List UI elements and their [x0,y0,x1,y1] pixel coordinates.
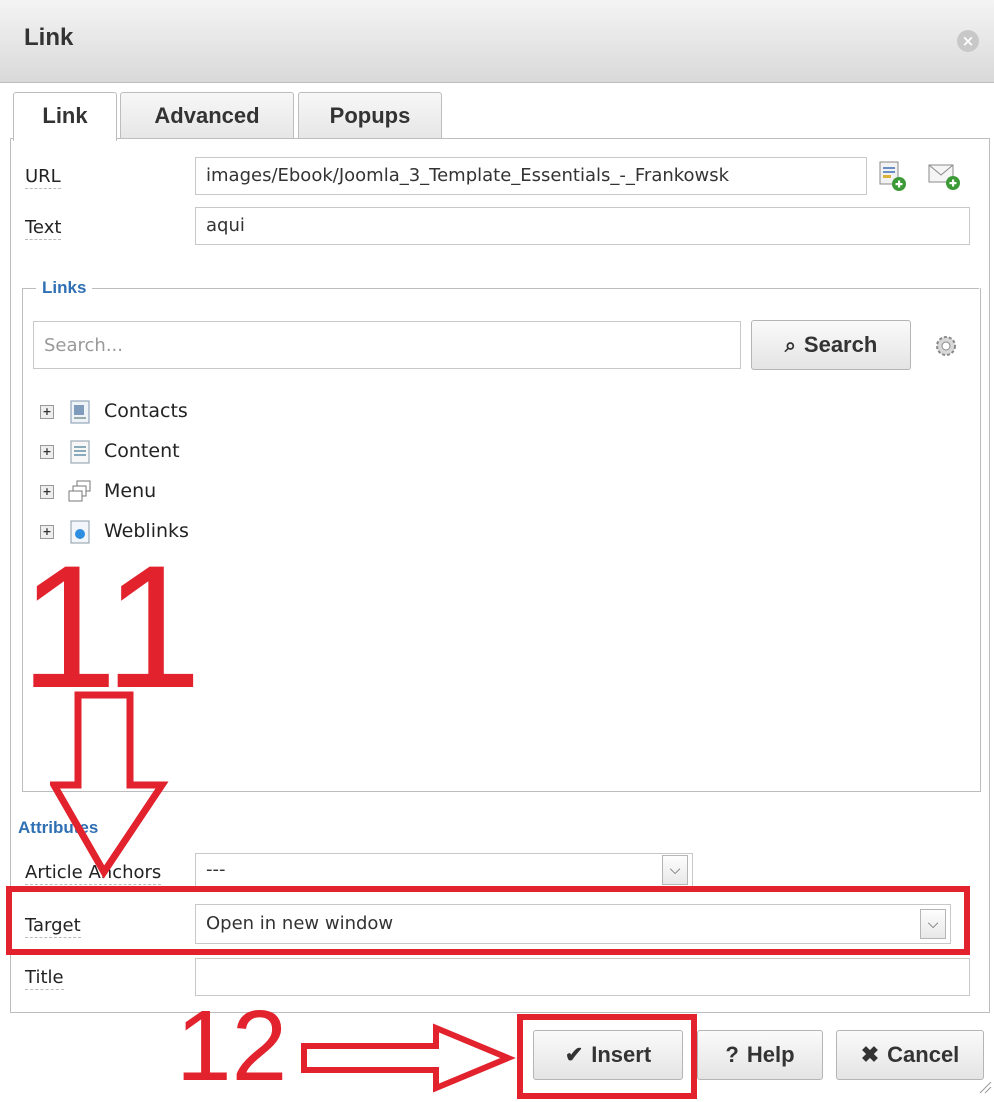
article-anchors-select[interactable]: --- [195,853,693,887]
file-browse-icon[interactable] [878,160,908,192]
menu-icon [68,480,91,501]
contacts-icon [70,400,90,423]
chevron-down-icon[interactable]: ⌵ [662,855,688,885]
expand-icon[interactable]: + [40,484,54,499]
annotation-arrow-right [301,1023,516,1093]
dialog-title: Link [24,24,74,51]
search-button[interactable]: ⌕ Search [751,320,911,370]
tab-advanced[interactable]: Advanced [120,92,294,139]
tab-link[interactable]: Link [13,92,117,141]
annotation-arrow-down [50,691,169,879]
resize-handle-icon[interactable] [978,1080,992,1094]
links-legend: Links [36,278,93,298]
text-input[interactable]: aqui [195,207,970,245]
cancel-button-label: Cancel [887,1042,960,1067]
title-label: Title [25,967,64,990]
url-label: URL [25,166,61,189]
help-button-label: Help [746,1042,795,1067]
search-icon: ⌕ [784,335,796,357]
cancel-button[interactable]: ✖ Cancel [836,1030,984,1080]
text-label: Text [25,217,62,240]
annotation-target-highlight [6,886,970,955]
annotation-step-12: 12 [176,990,288,1102]
annotation-insert-highlight [517,1014,697,1099]
tab-popups[interactable]: Popups [298,92,442,139]
help-icon: ? [725,1042,739,1067]
tree-item-contacts[interactable]: + Contacts [40,396,188,426]
gear-icon[interactable] [933,333,959,359]
tree-item-label: Menu [104,480,157,502]
cancel-icon: ✖ [860,1042,880,1067]
tree-item-label: Content [104,440,180,462]
tree-item-content[interactable]: + Content [40,436,180,466]
tree-item-label: Contacts [104,400,188,422]
expand-icon[interactable]: + [40,444,54,459]
dialog-titlebar: Link × [0,0,994,83]
expand-icon[interactable]: + [40,404,54,419]
email-icon[interactable] [927,162,961,192]
url-input[interactable]: images/Ebook/Joomla_3_Template_Essential… [195,157,867,195]
search-button-label: Search [803,332,878,357]
links-search-input[interactable] [33,321,741,369]
annotation-step-11: 11 [20,530,202,725]
content-icon [70,440,90,463]
tree-item-menu[interactable]: + Menu [40,476,156,506]
title-input[interactable] [195,958,970,996]
close-icon[interactable]: × [957,30,979,52]
help-button[interactable]: ? Help [697,1030,823,1080]
link-dialog: Link × Link Advanced Popups URL images/E… [0,0,994,1099]
